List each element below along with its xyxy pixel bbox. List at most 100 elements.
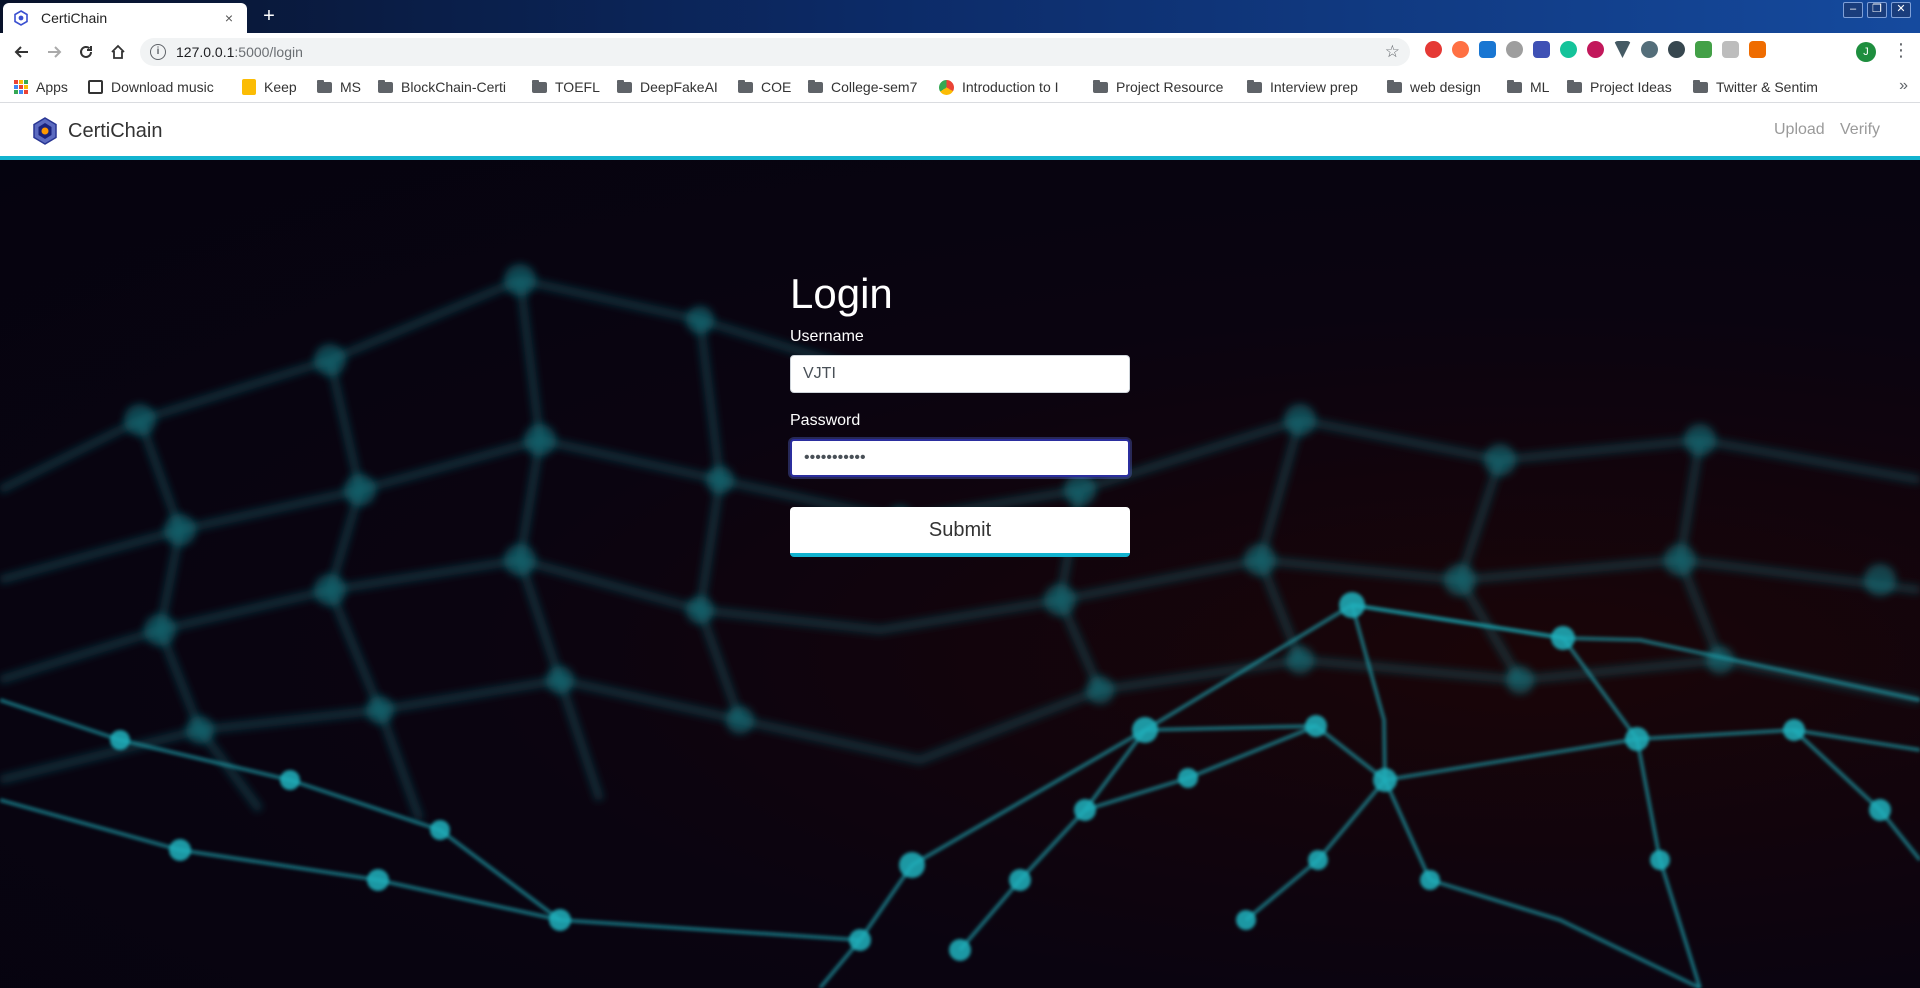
- bookmark-ml[interactable]: ML: [1507, 77, 1549, 97]
- browser-menu-icon[interactable]: ⋮: [1892, 40, 1910, 61]
- bookmark-label: Project Resource: [1116, 79, 1224, 95]
- browser-toolbar: i 127.0.0.1:5000/login ☆ J ⋮: [0, 33, 1920, 71]
- extension-vue-icon[interactable]: [1614, 41, 1631, 58]
- url-path: :5000/login: [234, 44, 303, 60]
- folder-icon: [317, 79, 332, 93]
- hero-background: Login Username VJTI Password •••••••••••…: [0, 160, 1920, 988]
- folder-icon: [1693, 79, 1708, 93]
- home-icon[interactable]: [102, 36, 134, 68]
- url-host: 127.0.0.1: [176, 44, 235, 60]
- bookmark-web-design[interactable]: web design: [1387, 77, 1481, 97]
- login-form: Login Username VJTI Password •••••••••••…: [790, 270, 1130, 557]
- folder-icon: [808, 79, 823, 93]
- bookmark-introduction[interactable]: Introduction to I: [939, 77, 1075, 97]
- keep-icon: [242, 79, 256, 95]
- new-tab-button[interactable]: +: [256, 6, 282, 28]
- brand-name: CertiChain: [68, 119, 163, 142]
- extension-translate-icon[interactable]: [1533, 41, 1550, 58]
- address-bar[interactable]: i 127.0.0.1:5000/login ☆: [140, 38, 1410, 66]
- password-input[interactable]: •••••••••••: [790, 439, 1130, 477]
- extensions-area: [1425, 41, 1766, 58]
- back-arrow-icon[interactable]: [6, 36, 38, 68]
- bookmark-interview-prep[interactable]: Interview prep: [1247, 77, 1358, 97]
- bookmark-keep[interactable]: Keep: [242, 77, 297, 97]
- nav-verify-link[interactable]: Verify: [1840, 121, 1880, 139]
- bookmark-label: Twitter & Sentim: [1716, 79, 1818, 95]
- extension-grammarly-icon[interactable]: [1560, 41, 1577, 58]
- bookmark-apps[interactable]: Apps: [14, 77, 68, 97]
- apps-grid-icon: [14, 80, 28, 94]
- bookmark-label: COE: [761, 79, 792, 95]
- browser-tab[interactable]: CertiChain ×: [3, 3, 247, 33]
- bookmark-twitter-sentim[interactable]: Twitter & Sentim: [1693, 77, 1833, 97]
- profile-avatar[interactable]: J: [1856, 42, 1876, 62]
- close-window-button[interactable]: ✕: [1891, 2, 1911, 18]
- bookmark-college-sem7[interactable]: College-sem7: [808, 77, 917, 97]
- bookmark-label: Apps: [36, 79, 68, 95]
- folder-icon: [378, 79, 393, 93]
- extension-pink-icon[interactable]: [1587, 41, 1604, 58]
- bookmark-toefl[interactable]: TOEFL: [532, 77, 600, 97]
- username-label: Username: [790, 328, 864, 345]
- folder-icon: [532, 79, 547, 93]
- folder-icon: [1507, 79, 1522, 93]
- browser-titlebar: CertiChain × + – ❐ ✕: [0, 0, 1920, 33]
- bookmark-project-resource[interactable]: Project Resource: [1093, 77, 1233, 97]
- chrome-icon: [939, 79, 954, 95]
- folder-icon: [738, 79, 753, 93]
- site-navbar: CertiChain Upload Verify: [0, 103, 1920, 160]
- bookmark-label: Interview prep: [1270, 79, 1358, 95]
- username-input[interactable]: VJTI: [790, 355, 1130, 393]
- bookmark-label: DeepFakeAI: [640, 79, 718, 95]
- bookmarks-overflow-icon[interactable]: »: [1899, 77, 1908, 95]
- tab-close-icon[interactable]: ×: [221, 10, 237, 26]
- folder-icon: [1093, 79, 1108, 93]
- bookmark-label: Project Ideas: [1590, 79, 1672, 95]
- bookmark-label: College-sem7: [831, 79, 918, 95]
- bookmark-label: Keep: [264, 79, 297, 95]
- reload-icon[interactable]: [70, 36, 102, 68]
- bookmark-project-ideas[interactable]: Project Ideas: [1567, 77, 1672, 97]
- bookmarks-bar: Apps Download music Keep MS BlockChain-C…: [0, 71, 1920, 103]
- bookmark-deepfakeai[interactable]: DeepFakeAI: [617, 77, 718, 97]
- bookmark-label: BlockChain-Certi: [401, 79, 507, 95]
- extension-s-icon[interactable]: [1479, 41, 1496, 58]
- extension-red-icon[interactable]: [1425, 41, 1442, 58]
- extension-fire-icon[interactable]: [1452, 41, 1469, 58]
- tab-title: CertiChain: [41, 10, 108, 26]
- web-page: CertiChain Upload Verify Login Username …: [0, 103, 1920, 988]
- submit-button[interactable]: Submit: [790, 507, 1130, 557]
- bookmark-label: MS: [340, 79, 361, 95]
- folder-icon: [1387, 79, 1402, 93]
- certichain-favicon-icon: [14, 10, 28, 26]
- bookmark-label: Download music: [111, 79, 214, 95]
- bookmark-label: web design: [1410, 79, 1481, 95]
- extension-circle-icon[interactable]: [1506, 41, 1523, 58]
- bookmark-blockchain-certi[interactable]: BlockChain-Certi: [378, 77, 518, 97]
- certichain-logo-icon: [33, 117, 57, 145]
- site-info-icon[interactable]: i: [150, 44, 166, 60]
- brand[interactable]: CertiChain: [32, 117, 162, 145]
- bookmark-label: ML: [1530, 79, 1550, 95]
- restore-button[interactable]: ❐: [1867, 2, 1887, 18]
- bookmark-label: Introduction to I: [962, 79, 1059, 95]
- page-icon: [88, 80, 103, 94]
- folder-icon: [1247, 79, 1262, 93]
- minimize-button[interactable]: –: [1843, 2, 1863, 18]
- nav-upload-link[interactable]: Upload: [1774, 121, 1825, 139]
- password-label: Password: [790, 412, 861, 429]
- forward-arrow-icon[interactable]: [38, 36, 70, 68]
- extension-metamask-icon[interactable]: [1749, 41, 1766, 58]
- bookmark-ms[interactable]: MS: [317, 77, 361, 97]
- bookmark-label: TOEFL: [555, 79, 600, 95]
- folder-icon: [1567, 79, 1582, 93]
- extension-react-icon[interactable]: [1641, 41, 1658, 58]
- extension-grey-icon[interactable]: [1722, 41, 1739, 58]
- extension-target-icon[interactable]: [1668, 41, 1685, 58]
- login-heading: Login: [790, 270, 893, 317]
- bookmark-coe[interactable]: COE: [738, 77, 791, 97]
- extension-mail-icon[interactable]: [1695, 41, 1712, 58]
- folder-icon: [617, 79, 632, 93]
- bookmark-star-icon[interactable]: ☆: [1385, 42, 1400, 62]
- bookmark-download-music[interactable]: Download music: [88, 77, 228, 97]
